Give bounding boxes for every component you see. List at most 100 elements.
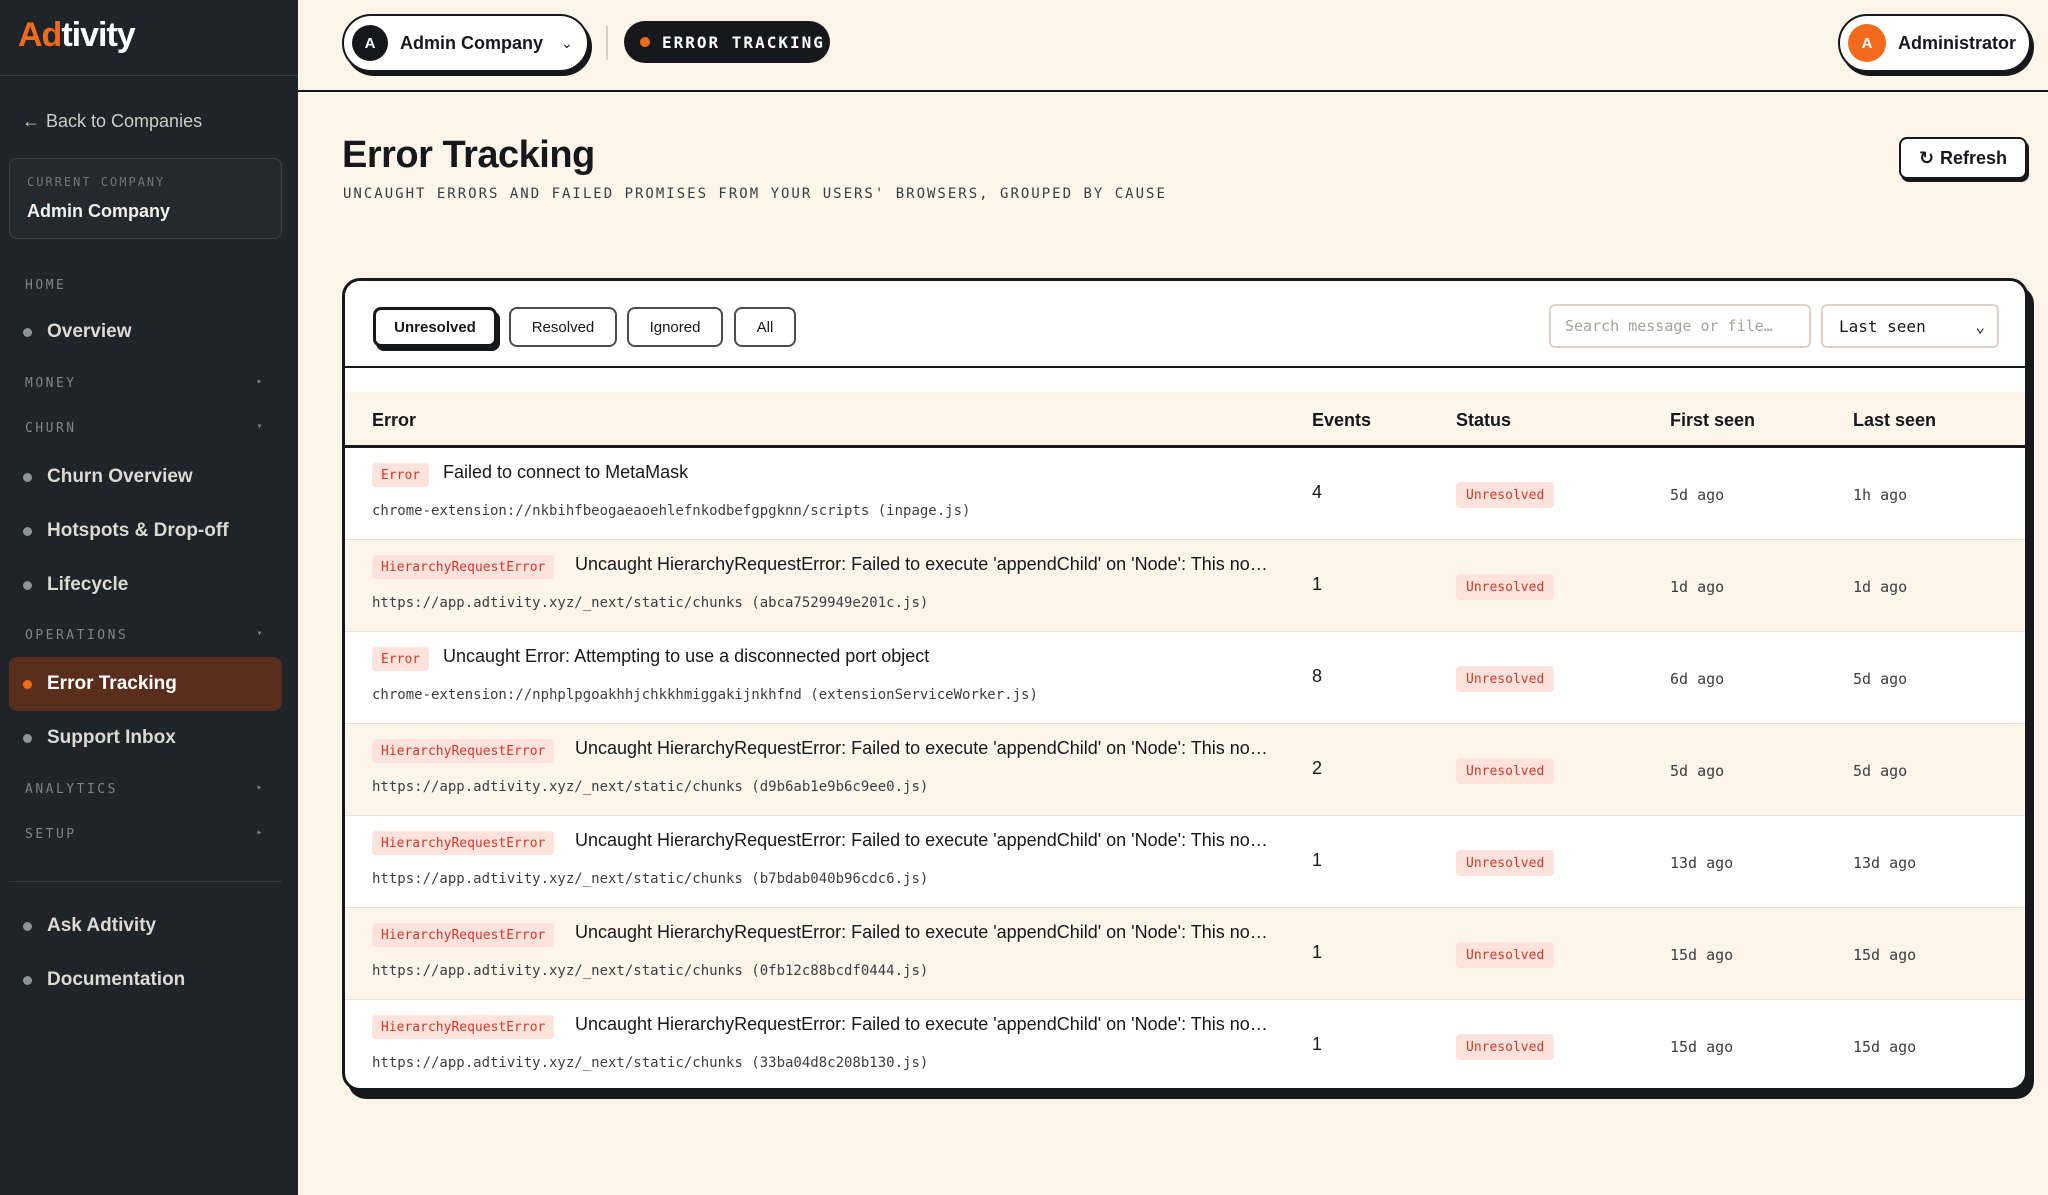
error-type-badge: Error [372, 463, 430, 487]
section-setup-label: SETUP [25, 827, 77, 842]
status-badge: Unresolved [1456, 942, 1555, 968]
sort-select[interactable]: Last seen ⌄ [1821, 304, 1999, 348]
sidebar-divider [9, 881, 282, 882]
bullet-icon [23, 976, 32, 985]
error-source: chrome-extension://nphplpgoakhhjchkkhmig… [372, 687, 1038, 703]
first-seen: 1d ago [1670, 578, 1725, 596]
section-analytics-label: ANALYTICS [25, 782, 118, 797]
page-subtitle: UNCAUGHT ERRORS AND FAILED PROMISES FROM… [343, 186, 1167, 202]
status-dot-icon [640, 37, 650, 47]
event-count: 1 [1312, 574, 1323, 594]
chevron-right-icon: ▸ [256, 376, 265, 387]
error-message: Uncaught HierarchyRequestError: Failed t… [575, 922, 1275, 942]
sidebar-item-overview[interactable]: Overview [9, 305, 282, 359]
chevron-down-icon: ▾ [256, 421, 265, 432]
section-setup[interactable]: SETUP ▸ [25, 827, 265, 842]
sidebar-item-hotspots[interactable]: Hotspots & Drop-off [9, 504, 282, 558]
event-count: 4 [1312, 482, 1323, 502]
bullet-icon [23, 581, 32, 590]
current-page-label: ERROR TRACKING [662, 32, 825, 52]
table-row[interactable]: HierarchyRequestError Uncaught Hierarchy… [345, 724, 2025, 816]
current-page-pill: ERROR TRACKING [624, 21, 830, 63]
tab-ignored[interactable]: Ignored [627, 307, 723, 347]
bullet-icon [23, 473, 32, 482]
table-row[interactable]: HierarchyRequestError Uncaught Hierarchy… [345, 1000, 2025, 1088]
last-seen: 5d ago [1853, 670, 1908, 688]
error-type-badge: HierarchyRequestError [372, 831, 555, 855]
error-source: chrome-extension://nkbihfbeogaeaoehlefnk… [372, 503, 971, 519]
refresh-button[interactable]: ↻ Refresh [1899, 137, 2027, 179]
error-type-badge: HierarchyRequestError [372, 923, 555, 947]
last-seen: 5d ago [1853, 762, 1908, 780]
sidebar-item-lifecycle[interactable]: Lifecycle [9, 558, 282, 612]
error-source: https://app.adtivity.xyz/_next/static/ch… [372, 1055, 929, 1071]
error-type-badge: Error [372, 647, 430, 671]
sidebar-item-label: Ask Adtivity [47, 915, 157, 936]
column-header-first-seen[interactable]: First seen [1670, 410, 1755, 431]
refresh-label: Refresh [1940, 147, 2008, 168]
sidebar-item-label: Overview [47, 321, 132, 342]
sidebar-item-label: Hotspots & Drop-off [47, 520, 229, 541]
section-churn-label: CHURN [25, 421, 77, 436]
section-money[interactable]: MONEY ▸ [25, 376, 265, 391]
error-source: https://app.adtivity.xyz/_next/static/ch… [372, 779, 929, 795]
error-type-badge: HierarchyRequestError [372, 555, 555, 579]
back-to-companies-link[interactable]: ← Back to Companies [22, 111, 202, 132]
user-name: Administrator [1898, 32, 2017, 53]
tab-unresolved[interactable]: Unresolved [373, 307, 497, 347]
sidebar-item-support-inbox[interactable]: Support Inbox [9, 711, 282, 765]
event-count: 1 [1312, 1034, 1323, 1054]
column-header-error[interactable]: Error [372, 410, 416, 431]
page-title: Error Tracking [342, 134, 595, 176]
chevron-right-icon: ▸ [256, 827, 265, 838]
tab-all[interactable]: All [734, 307, 796, 347]
app-logo[interactable]: Adtivity [18, 16, 136, 55]
table-row[interactable]: HierarchyRequestError Uncaught Hierarchy… [345, 540, 2025, 632]
chevron-right-icon: ▸ [256, 782, 265, 793]
company-switcher-label: Admin Company [400, 32, 544, 53]
error-source: https://app.adtivity.xyz/_next/static/ch… [372, 595, 929, 611]
topbar: A Admin Company ⌄ ERROR TRACKING A Admin… [298, 0, 2048, 92]
company-switcher[interactable]: A Admin Company ⌄ [342, 14, 589, 72]
section-money-label: MONEY [25, 376, 77, 391]
sidebar-item-label: Documentation [47, 969, 186, 990]
section-churn[interactable]: CHURN ▾ [25, 421, 265, 436]
user-menu[interactable]: A Administrator [1838, 14, 2031, 72]
sidebar-item-churn-overview[interactable]: Churn Overview [9, 450, 282, 504]
status-badge: Unresolved [1456, 758, 1555, 784]
table-row[interactable]: Error Failed to connect to MetaMask chro… [345, 448, 2025, 540]
first-seen: 6d ago [1670, 670, 1725, 688]
section-analytics[interactable]: ANALYTICS ▸ [25, 782, 265, 797]
table-row[interactable]: Error Uncaught Error: Attempting to use … [345, 632, 2025, 724]
sidebar-item-error-tracking[interactable]: Error Tracking [9, 657, 282, 711]
table-row[interactable]: HierarchyRequestError Uncaught Hierarchy… [345, 908, 2025, 1000]
sidebar-item-documentation[interactable]: Documentation [9, 953, 282, 1007]
topbar-divider [606, 26, 608, 60]
sort-select-value: Last seen [1839, 316, 1926, 336]
section-operations[interactable]: OPERATIONS ▾ [25, 628, 265, 643]
bullet-icon [23, 734, 32, 743]
sidebar-divider [0, 75, 298, 76]
status-badge: Unresolved [1456, 482, 1555, 508]
last-seen: 15d ago [1853, 1038, 1917, 1056]
status-badge: Unresolved [1456, 850, 1555, 876]
chevron-down-icon: ▾ [256, 628, 265, 639]
first-seen: 15d ago [1670, 1038, 1734, 1056]
table-row[interactable]: HierarchyRequestError Uncaught Hierarchy… [345, 816, 2025, 908]
column-header-last-seen[interactable]: Last seen [1853, 410, 1936, 431]
chevron-down-icon: ⌄ [561, 34, 573, 51]
status-badge: Unresolved [1456, 1034, 1555, 1060]
table-header: Error Events Status First seen Last seen [345, 392, 2025, 448]
sidebar-item-label: Churn Overview [47, 466, 193, 487]
event-count: 1 [1312, 942, 1323, 962]
column-header-events[interactable]: Events [1312, 410, 1371, 431]
tab-resolved[interactable]: Resolved [509, 307, 617, 347]
column-header-status[interactable]: Status [1456, 410, 1511, 431]
sidebar-item-label: Lifecycle [47, 574, 129, 595]
error-message: Failed to connect to MetaMask [443, 462, 689, 482]
error-message: Uncaught Error: Attempting to use a disc… [443, 646, 930, 666]
error-source: https://app.adtivity.xyz/_next/static/ch… [372, 871, 929, 887]
sidebar-item-ask-adtivity[interactable]: Ask Adtivity [9, 899, 282, 953]
event-count: 1 [1312, 850, 1323, 870]
search-input[interactable] [1549, 304, 1811, 348]
